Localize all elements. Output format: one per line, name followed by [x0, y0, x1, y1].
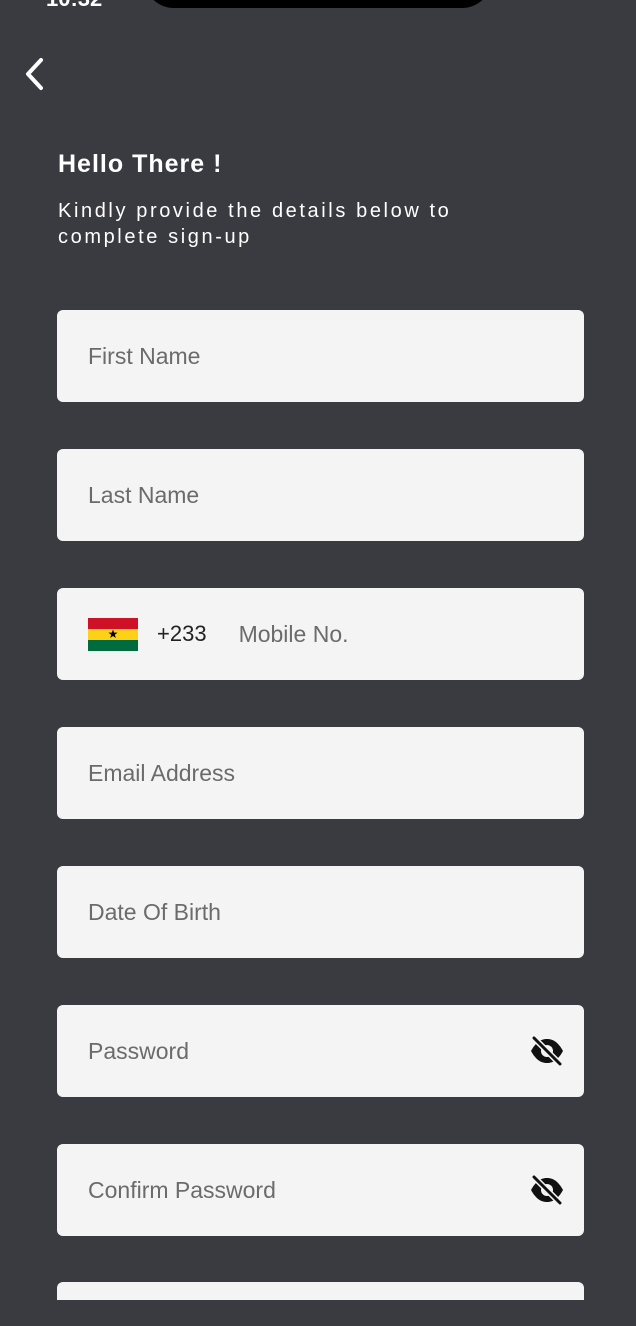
first-name-field-container: [57, 310, 584, 402]
mobile-number-input[interactable]: [206, 588, 584, 680]
email-field-container: [57, 727, 584, 819]
ghana-flag-icon[interactable]: ★: [88, 617, 138, 651]
first-name-input[interactable]: [57, 310, 584, 402]
eye-off-icon: [531, 1175, 563, 1205]
last-name-field-container: [57, 449, 584, 541]
confirm-password-visibility-toggle[interactable]: [528, 1173, 566, 1207]
page-subtitle: Kindly provide the details below to comp…: [58, 200, 452, 248]
status-time: 10:32: [46, 0, 102, 12]
email-input[interactable]: [57, 727, 584, 819]
date-of-birth-field-container: [57, 866, 584, 958]
signup-form: ★ +233: [57, 310, 584, 1300]
eye-off-icon: [531, 1036, 563, 1066]
chevron-left-icon: [26, 58, 43, 90]
back-button[interactable]: [16, 56, 52, 92]
confirm-password-input[interactable]: [57, 1144, 584, 1236]
confirm-password-field-container: [57, 1144, 584, 1236]
country-code[interactable]: +233: [157, 621, 207, 647]
device-notch: [144, 0, 492, 8]
password-input[interactable]: [57, 1005, 584, 1097]
status-icons: [516, 0, 616, 6]
last-name-input[interactable]: [57, 449, 584, 541]
password-field-container: [57, 1005, 584, 1097]
page-title: Hello There !: [58, 150, 223, 178]
password-visibility-toggle[interactable]: [528, 1034, 566, 1068]
date-of-birth-input[interactable]: [57, 866, 584, 958]
mobile-field-container: ★ +233: [57, 588, 584, 680]
next-field-container-partial[interactable]: [57, 1282, 584, 1300]
